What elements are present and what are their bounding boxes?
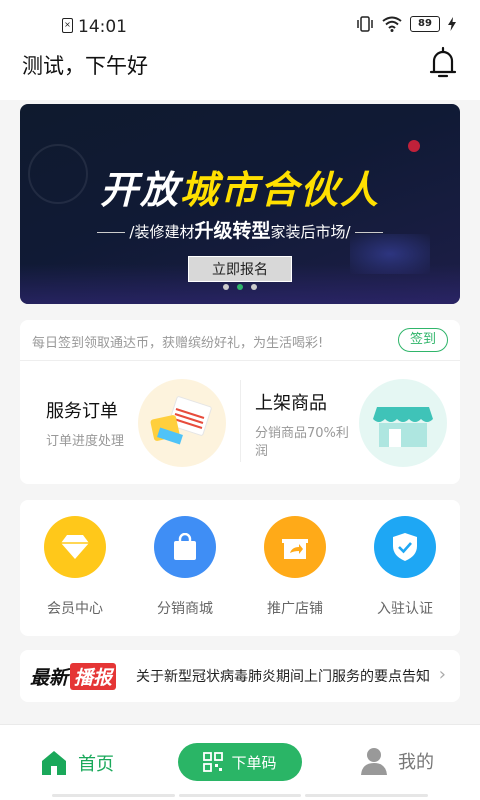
- banner-decoration: [408, 140, 420, 152]
- menu-label: 入驻认证: [377, 601, 433, 617]
- home-icon: [42, 751, 66, 775]
- list-products-entry[interactable]: 上架商品 分销商品70%利润: [241, 361, 460, 484]
- register-now-button[interactable]: 立即报名: [188, 256, 292, 282]
- orders-illustration-icon: [138, 379, 226, 467]
- menu-item-member-center[interactable]: 会员中心: [30, 516, 120, 618]
- menu-item-distribution-mall[interactable]: 分销商城: [140, 516, 230, 618]
- charging-icon: [448, 17, 456, 31]
- service-orders-entry[interactable]: 服务订单 订单进度处理: [20, 361, 240, 484]
- greeting-text: 测试，下午好: [22, 54, 148, 78]
- checkin-button[interactable]: 签到: [398, 328, 448, 352]
- menu-label: 分销商城: [157, 601, 213, 617]
- battery-indicator: 89: [410, 16, 440, 32]
- bell-icon[interactable]: [428, 46, 458, 80]
- shield-check-icon: [374, 516, 436, 578]
- tab-mine-label: 我的: [398, 752, 434, 773]
- service-orders-title: 服务订单: [46, 401, 118, 422]
- banner-sub-strong: 升级转型: [194, 220, 271, 242]
- banner-sub-left: /装修建材: [129, 223, 195, 241]
- quick-menu: 会员中心 分销商城 推广店铺 入驻认证: [20, 500, 460, 636]
- banner-title: 开放城市合伙人: [20, 159, 460, 214]
- wifi-icon: [382, 16, 402, 32]
- tab-mine[interactable]: 我的: [360, 747, 434, 775]
- carousel-dot-active[interactable]: [237, 284, 243, 290]
- menu-label: 推广店铺: [267, 601, 323, 617]
- news-badge-right: 播报: [70, 663, 117, 690]
- service-orders-subtitle: 订单进度处理: [46, 434, 125, 449]
- services-card: 每日签到领取通达币，获赠缤纷好礼，为生活喝彩! 签到 服务订单 订单进度处理 上…: [20, 320, 460, 484]
- tab-order-label: 下单码: [231, 753, 277, 772]
- news-headline[interactable]: 关于新型冠状病毒肺炎期间上门服务的要点告知: [136, 666, 436, 686]
- user-icon: [361, 748, 387, 775]
- banner-sub-right: 家装后市场/: [270, 223, 351, 241]
- shopping-bag-icon: [154, 516, 216, 578]
- list-products-subtitle: 分销商品70%利润: [255, 426, 349, 459]
- carousel-dot[interactable]: [223, 284, 229, 290]
- news-badge: 最新 播报: [30, 663, 117, 690]
- header: 测试，下午好: [0, 44, 480, 100]
- chevron-right-icon[interactable]: ›: [439, 664, 446, 685]
- news-badge-left: 最新: [30, 667, 69, 689]
- tab-home-label: 首页: [78, 754, 114, 775]
- tab-home[interactable]: 首页: [40, 749, 114, 777]
- menu-label: 会员中心: [47, 601, 103, 617]
- share-store-icon: [264, 516, 326, 578]
- menu-item-promote-store[interactable]: 推广店铺: [250, 516, 340, 618]
- list-products-title: 上架商品: [255, 393, 327, 414]
- banner-title-highlight: 城市合伙人: [180, 168, 381, 212]
- status-bar: × 14:01 89: [0, 0, 480, 44]
- tab-order-code[interactable]: 下单码: [178, 743, 302, 781]
- checkin-text: 每日签到领取通达币，获赠缤纷好礼，为生活喝彩!: [32, 336, 324, 351]
- carousel-dot[interactable]: [251, 284, 257, 290]
- status-time: 14:01: [78, 17, 127, 37]
- vibrate-icon: [357, 16, 373, 32]
- banner-subtitle: /装修建材升级转型家装后市场/: [20, 216, 460, 243]
- news-ticker[interactable]: 最新 播报 关于新型冠状病毒肺炎期间上门服务的要点告知 ›: [20, 650, 460, 702]
- promo-banner[interactable]: 开放城市合伙人 /装修建材升级转型家装后市场/ 立即报名: [20, 104, 460, 304]
- home-indicator: [52, 794, 429, 797]
- carousel-dots: [20, 284, 460, 290]
- status-indicators: 89: [356, 16, 456, 32]
- store-illustration-icon: [359, 379, 447, 467]
- bottom-tab-bar: 首页 下单码 我的: [0, 724, 480, 800]
- diamond-icon: [44, 516, 106, 578]
- banner-title-part1: 开放: [99, 168, 180, 212]
- menu-item-certification[interactable]: 入驻认证: [360, 516, 450, 618]
- qr-code-icon: [203, 752, 224, 772]
- sim-icon: ×: [62, 18, 73, 33]
